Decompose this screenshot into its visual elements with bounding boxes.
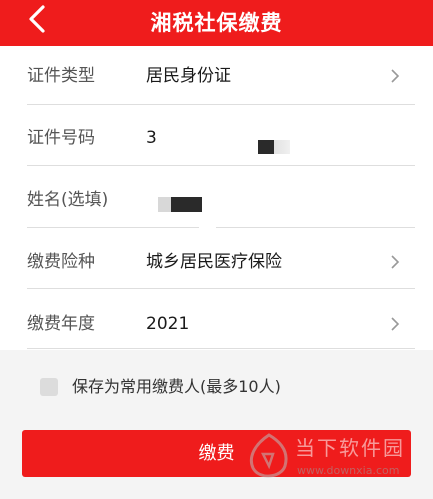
divider xyxy=(27,104,415,105)
save-common-label: 保存为常用缴费人(最多10人) xyxy=(72,377,281,396)
page-title: 湘税社保缴费 xyxy=(150,11,283,35)
divider xyxy=(216,227,415,228)
payment-year-row[interactable]: 缴费年度 2021 xyxy=(0,294,433,354)
payer-form: 证件类型 居民身份证 证件号码 3 姓名(选填) 缴费险种 城乡居民医疗保险 缴… xyxy=(0,46,433,350)
name-row[interactable]: 姓名(选填) xyxy=(0,170,433,230)
id-number-label: 证件号码 xyxy=(27,128,95,148)
chevron-right-icon xyxy=(391,69,400,83)
insurance-type-row[interactable]: 缴费险种 城乡居民医疗保险 xyxy=(0,232,433,292)
id-type-label: 证件类型 xyxy=(27,66,95,86)
id-number-row[interactable]: 证件号码 3 xyxy=(0,108,433,168)
divider xyxy=(27,227,199,228)
redaction-mask xyxy=(158,197,202,212)
redaction-mask xyxy=(258,140,290,154)
app-header: 湘税社保缴费 xyxy=(0,0,433,46)
divider xyxy=(27,165,415,166)
id-type-row[interactable]: 证件类型 居民身份证 xyxy=(0,46,433,106)
pay-button[interactable]: 缴费 xyxy=(22,430,411,477)
id-number-field[interactable]: 3 xyxy=(146,108,157,168)
insurance-type-value: 城乡居民医疗保险 xyxy=(146,252,282,272)
id-type-value: 居民身份证 xyxy=(146,66,231,86)
save-common-checkbox[interactable] xyxy=(40,378,58,396)
divider xyxy=(27,288,415,289)
name-label: 姓名(选填) xyxy=(27,190,109,210)
payment-year-label: 缴费年度 xyxy=(27,314,95,334)
save-common-section: 保存为常用缴费人(最多10人) 缴费 xyxy=(0,350,433,499)
insurance-type-label: 缴费险种 xyxy=(27,252,95,272)
chevron-right-icon xyxy=(391,255,400,269)
chevron-right-icon xyxy=(391,317,400,331)
divider xyxy=(27,348,415,349)
payment-year-value: 2021 xyxy=(146,314,190,334)
